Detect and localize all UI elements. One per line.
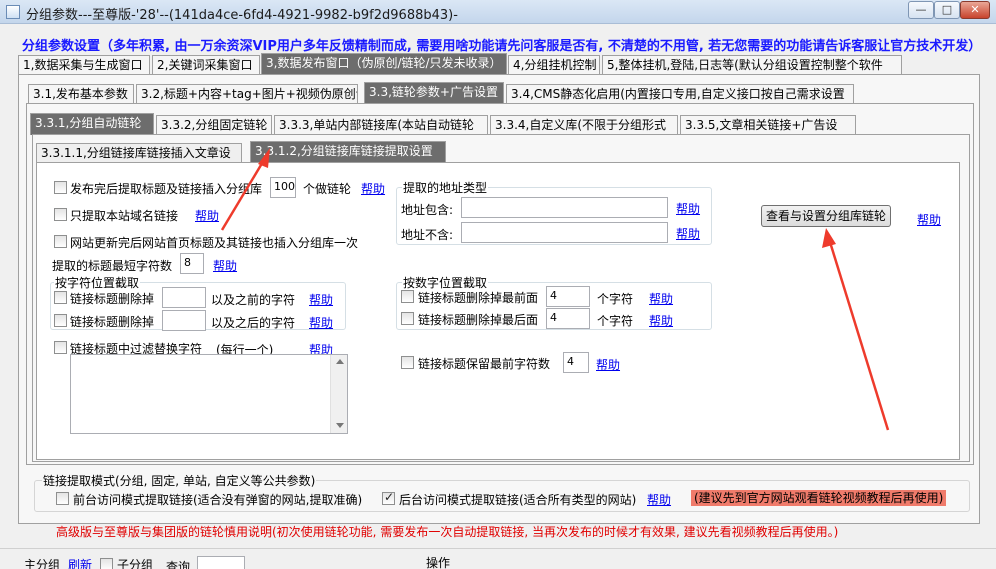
annotation-arrows	[220, 148, 890, 431]
arrow-head-view-button	[822, 228, 836, 248]
arrow-to-extract-tab	[220, 159, 266, 231]
arrow-to-view-button	[828, 241, 890, 431]
